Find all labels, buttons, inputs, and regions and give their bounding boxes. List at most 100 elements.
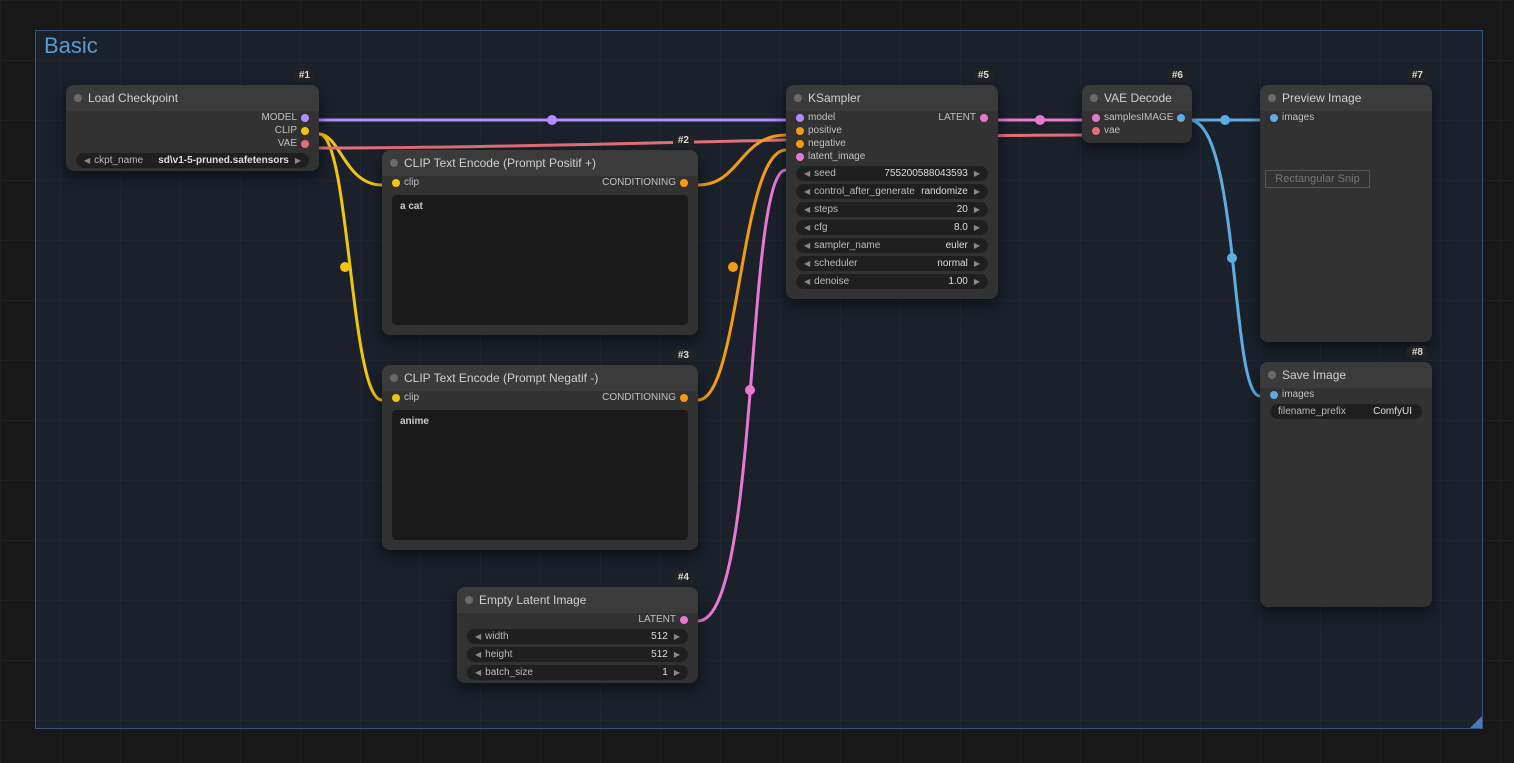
- node-empty-latent-image[interactable]: #4 Empty Latent Image LATENT ◀width512▶ …: [457, 587, 698, 683]
- input-label: images: [1282, 389, 1314, 400]
- node-title[interactable]: CLIP Text Encode (Prompt Positif +): [382, 150, 698, 176]
- node-title[interactable]: CLIP Text Encode (Prompt Negatif -): [382, 365, 698, 391]
- node-badge: #5: [973, 69, 994, 82]
- widget-batch-size[interactable]: ◀batch_size1▶: [467, 665, 688, 680]
- chevron-left-icon[interactable]: ◀: [473, 632, 483, 641]
- chevron-right-icon[interactable]: ▶: [672, 650, 682, 659]
- widget-label: sampler_name: [812, 240, 880, 251]
- chevron-left-icon[interactable]: ◀: [802, 277, 812, 286]
- node-badge: #8: [1407, 346, 1428, 359]
- preview-canvas: [1270, 132, 1422, 332]
- widget-height[interactable]: ◀height512▶: [467, 647, 688, 662]
- input-label: clip: [404, 392, 419, 403]
- chevron-right-icon[interactable]: ▶: [293, 156, 303, 165]
- output-port-image[interactable]: [1177, 114, 1185, 122]
- chevron-right-icon[interactable]: ▶: [672, 668, 682, 677]
- node-ksampler[interactable]: #5 KSampler model LATENT positive negati…: [786, 85, 998, 299]
- chevron-left-icon[interactable]: ◀: [802, 169, 812, 178]
- chevron-right-icon[interactable]: ▶: [972, 277, 982, 286]
- node-title[interactable]: Load Checkpoint: [66, 85, 319, 111]
- output-port-vae[interactable]: [301, 140, 309, 148]
- chevron-right-icon[interactable]: ▶: [972, 259, 982, 268]
- input-label: negative: [808, 138, 846, 149]
- node-load-checkpoint[interactable]: #1 Load Checkpoint MODEL CLIP VAE ◀ ckpt…: [66, 85, 319, 171]
- node-clip-encode-negative[interactable]: #3 CLIP Text Encode (Prompt Negatif -) c…: [382, 365, 698, 550]
- widget-denoise[interactable]: ◀denoise1.00▶: [796, 274, 988, 289]
- node-save-image[interactable]: #8 Save Image images filename_prefix Com…: [1260, 362, 1432, 607]
- widget-filename-prefix[interactable]: filename_prefix ComfyUI: [1270, 404, 1422, 419]
- chevron-right-icon[interactable]: ▶: [672, 632, 682, 641]
- node-badge: #3: [673, 349, 694, 362]
- widget-value: ComfyUI: [1373, 406, 1416, 417]
- widget-value: euler: [946, 240, 972, 251]
- chevron-left-icon[interactable]: ◀: [802, 241, 812, 250]
- chevron-left-icon[interactable]: ◀: [802, 259, 812, 268]
- node-title[interactable]: Preview Image: [1260, 85, 1432, 111]
- widget-cfg[interactable]: ◀cfg8.0▶: [796, 220, 988, 235]
- chevron-left-icon[interactable]: ◀: [802, 205, 812, 214]
- prompt-textarea-positive[interactable]: a cat: [392, 195, 688, 325]
- chevron-left-icon[interactable]: ◀: [473, 650, 483, 659]
- widget-value: 8.0: [954, 222, 972, 233]
- widget-label: steps: [812, 204, 838, 215]
- output-label: MODEL: [261, 112, 297, 123]
- input-port-latent-image[interactable]: [796, 153, 804, 161]
- widget-label: batch_size: [483, 667, 533, 678]
- chevron-right-icon[interactable]: ▶: [972, 169, 982, 178]
- chevron-right-icon[interactable]: ▶: [972, 223, 982, 232]
- output-label: IMAGE: [1141, 112, 1173, 123]
- output-port-conditioning[interactable]: [680, 394, 688, 402]
- chevron-left-icon[interactable]: ◀: [802, 223, 812, 232]
- node-title[interactable]: VAE Decode: [1082, 85, 1192, 111]
- output-label: CLIP: [275, 125, 297, 136]
- node-badge: #4: [673, 571, 694, 584]
- node-preview-image[interactable]: #7 Preview Image images: [1260, 85, 1432, 342]
- widget-seed[interactable]: ◀seed 755200588043593▶: [796, 166, 988, 181]
- node-vae-decode[interactable]: #6 VAE Decode samples IMAGE vae: [1082, 85, 1192, 143]
- rectangular-snip-label: Rectangular Snip: [1265, 170, 1370, 188]
- widget-sampler-name[interactable]: ◀sampler_name euler▶: [796, 238, 988, 253]
- widget-steps[interactable]: ◀steps 20▶: [796, 202, 988, 217]
- input-port-samples[interactable]: [1092, 114, 1100, 122]
- input-port-model[interactable]: [796, 114, 804, 122]
- output-port-latent[interactable]: [680, 616, 688, 624]
- input-port-negative[interactable]: [796, 140, 804, 148]
- output-label: LATENT: [638, 614, 676, 625]
- output-port-latent[interactable]: [980, 114, 988, 122]
- input-label: vae: [1104, 125, 1120, 136]
- widget-control-after-generate[interactable]: ◀control_after_generaterandomize▶: [796, 184, 988, 199]
- widget-ckpt-name[interactable]: ◀ ckpt_name sd\v1-5-pruned.safetensors ▶: [76, 153, 309, 168]
- chevron-left-icon[interactable]: ◀: [802, 187, 812, 196]
- node-clip-encode-positive[interactable]: #2 CLIP Text Encode (Prompt Positif +) c…: [382, 150, 698, 335]
- group-resize-handle[interactable]: [1470, 716, 1482, 728]
- chevron-left-icon[interactable]: ◀: [82, 156, 92, 165]
- input-port-positive[interactable]: [796, 127, 804, 135]
- widget-width[interactable]: ◀width512▶: [467, 629, 688, 644]
- widget-scheduler[interactable]: ◀schedulernormal▶: [796, 256, 988, 271]
- widget-label: seed: [812, 168, 836, 179]
- input-port-vae[interactable]: [1092, 127, 1100, 135]
- prompt-textarea-negative[interactable]: anime: [392, 410, 688, 540]
- chevron-left-icon[interactable]: ◀: [473, 668, 483, 677]
- chevron-right-icon[interactable]: ▶: [972, 205, 982, 214]
- input-port-images[interactable]: [1270, 114, 1278, 122]
- node-title[interactable]: KSampler: [786, 85, 998, 111]
- output-port-clip[interactable]: [301, 127, 309, 135]
- output-port-conditioning[interactable]: [680, 179, 688, 187]
- output-label: CONDITIONING: [602, 177, 676, 188]
- input-port-images[interactable]: [1270, 391, 1278, 399]
- chevron-right-icon[interactable]: ▶: [972, 187, 982, 196]
- output-port-model[interactable]: [301, 114, 309, 122]
- node-title[interactable]: Empty Latent Image: [457, 587, 698, 613]
- input-port-clip[interactable]: [392, 179, 400, 187]
- widget-value: 20: [957, 204, 972, 215]
- widget-value: normal: [937, 258, 972, 269]
- widget-value: randomize: [921, 186, 972, 197]
- input-port-clip[interactable]: [392, 394, 400, 402]
- node-title[interactable]: Save Image: [1260, 362, 1432, 388]
- node-badge: #2: [673, 134, 694, 147]
- output-label: CONDITIONING: [602, 392, 676, 403]
- input-label: samples: [1104, 112, 1141, 123]
- widget-value: 755200588043593: [884, 168, 971, 179]
- chevron-right-icon[interactable]: ▶: [972, 241, 982, 250]
